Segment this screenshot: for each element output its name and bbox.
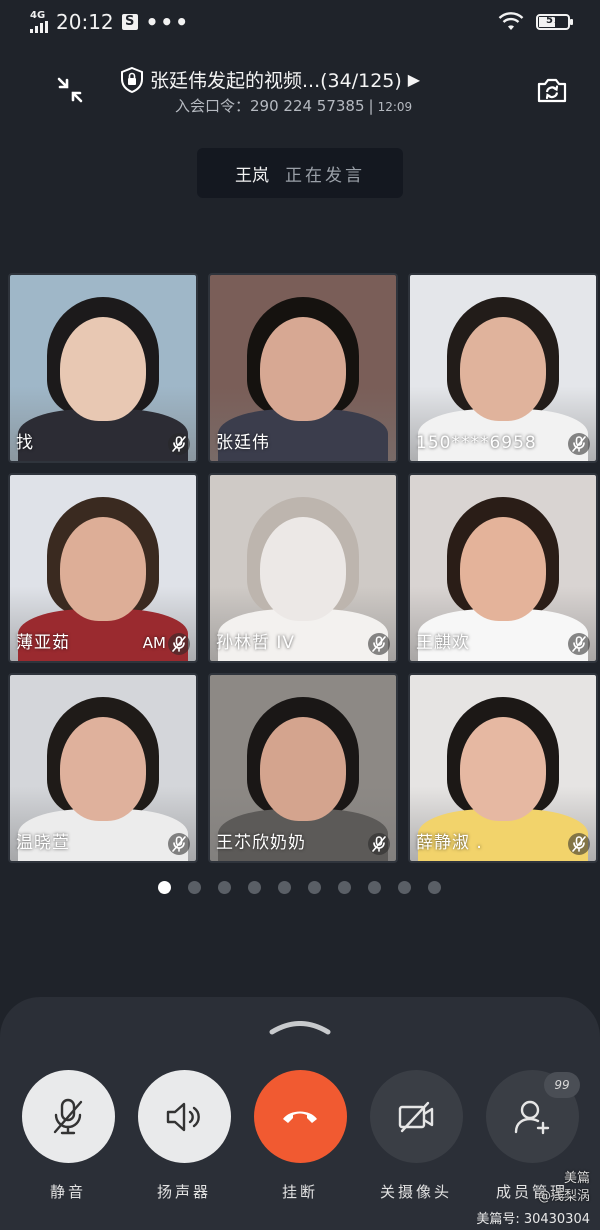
- participant-tile[interactable]: 薛静淑 .: [408, 673, 598, 863]
- page-dot[interactable]: [248, 881, 261, 894]
- switch-camera-button[interactable]: [530, 68, 574, 112]
- play-arrow-icon: ▶: [407, 70, 421, 89]
- collapse-arrows-icon: [57, 77, 83, 103]
- participant-extra-label: AM: [142, 634, 166, 652]
- call-controls: 静音 扬声器 挂断 关摄像头 成员管理: [0, 1070, 600, 1202]
- microphone-off-icon: [53, 1098, 83, 1134]
- video-grid: 找 张廷伟 150****6958 薄亚茹 AM 孙林哲 IV 王麒欢温晓萱 王䒕欣奶奶 薛静淑…: [8, 273, 598, 863]
- members-count-badge: 99: [544, 1072, 580, 1098]
- active-speaker-badge: 王岚 正在发言: [197, 148, 403, 198]
- speaker-control[interactable]: 扬声器: [134, 1070, 234, 1202]
- mute-control[interactable]: 静音: [18, 1070, 118, 1202]
- page-dot[interactable]: [188, 881, 201, 894]
- participant-tile[interactable]: 温晓萱: [8, 673, 198, 863]
- participant-face: [60, 517, 146, 621]
- muted-mic-icon: [568, 433, 590, 455]
- speaker-icon: [166, 1102, 200, 1131]
- signal-icon: 4G: [30, 11, 48, 33]
- participant-name: 找: [16, 433, 34, 453]
- meeting-info: 入会口令：290 224 57385 | 12:09: [175, 95, 412, 116]
- participant-tile[interactable]: 孙林哲 IV: [208, 473, 398, 663]
- page-dot[interactable]: [278, 881, 291, 894]
- participant-name: 温晓萱: [16, 833, 70, 853]
- participant-face: [260, 317, 346, 421]
- participant-face: [460, 717, 546, 821]
- participant-face: [260, 717, 346, 821]
- hangup-control[interactable]: 挂断: [250, 1070, 350, 1202]
- participant-name: 薄亚茹: [16, 633, 70, 653]
- participant-face: [460, 517, 546, 621]
- mute-button[interactable]: [21, 1070, 115, 1163]
- watermark-line1: 美篇: [563, 1171, 590, 1186]
- page-dot[interactable]: [398, 881, 411, 894]
- muted-mic-icon: [168, 633, 190, 655]
- lock-shield-icon: [121, 66, 143, 93]
- participant-name: 张廷伟: [216, 433, 270, 453]
- switch-camera-icon: [537, 78, 567, 103]
- watermark: 美篇 @浅梨涡: [538, 1170, 590, 1206]
- add-member-icon: [514, 1100, 550, 1134]
- meeting-code: 入会口令：290 224 57385: [175, 97, 365, 115]
- page-dot[interactable]: [308, 881, 321, 894]
- participant-face: [60, 717, 146, 821]
- participant-name: 王麒欢: [416, 633, 470, 653]
- participant-tile[interactable]: 王麒欢: [408, 473, 598, 663]
- page-dot[interactable]: [428, 881, 441, 894]
- active-speaker-status: 正在发言: [285, 165, 365, 186]
- muted-mic-icon: [368, 633, 390, 655]
- minimize-button[interactable]: [48, 68, 92, 112]
- muted-mic-icon: [168, 433, 190, 455]
- chevron-up-icon: [269, 1021, 331, 1035]
- expand-handle[interactable]: [268, 1020, 332, 1035]
- page-dot[interactable]: [368, 881, 381, 894]
- speaker-label: 扬声器: [156, 1183, 211, 1201]
- camera-off-icon: [398, 1101, 434, 1132]
- app-notification-icon: S: [121, 14, 138, 30]
- meeting-title[interactable]: 张廷伟发起的视频...(34/125) ▶: [120, 66, 500, 93]
- more-notifications-icon: •••: [145, 10, 190, 34]
- participant-tile[interactable]: 找: [8, 273, 198, 463]
- speaker-button[interactable]: [137, 1070, 231, 1163]
- hangup-phone-icon: [283, 1111, 317, 1123]
- participant-name: 王䒕欣奶奶: [216, 833, 306, 853]
- status-bar: 4G 20:12 S ••• 57: [0, 0, 600, 44]
- watermark-id: 美篇号: 30430304: [476, 1212, 590, 1227]
- participant-tile[interactable]: 薄亚茹 AM: [8, 473, 198, 663]
- muted-mic-icon: [168, 833, 190, 855]
- meeting-duration: 12:09: [377, 100, 413, 114]
- participant-tile[interactable]: 150****6958: [408, 273, 598, 463]
- participant-name: 150****6958: [416, 433, 537, 453]
- participant-tile[interactable]: 张廷伟: [208, 273, 398, 463]
- page-dot[interactable]: [218, 881, 231, 894]
- hangup-button[interactable]: [253, 1070, 347, 1163]
- participant-face: [260, 517, 346, 621]
- participant-tile[interactable]: 王䒕欣奶奶: [208, 673, 398, 863]
- camera-label: 关摄像头: [379, 1183, 452, 1201]
- participant-face: [60, 317, 146, 421]
- page-indicator[interactable]: [158, 881, 441, 894]
- page-dot[interactable]: [338, 881, 351, 894]
- battery-icon: 57: [536, 14, 573, 30]
- muted-mic-icon: [368, 833, 390, 855]
- participant-name: 孙林哲 IV: [216, 633, 296, 653]
- muted-mic-icon: [568, 833, 590, 855]
- wifi-icon: [498, 12, 524, 30]
- camera-control[interactable]: 关摄像头: [366, 1070, 466, 1202]
- hangup-label: 挂断: [281, 1183, 318, 1201]
- watermark-line2: @浅梨涡: [537, 1189, 590, 1204]
- meeting-title-text: 张廷伟发起的视频...(34/125): [150, 70, 402, 92]
- status-time: 20:12: [56, 10, 114, 34]
- participant-name: 薛静淑 .: [416, 833, 483, 853]
- participant-face: [460, 317, 546, 421]
- separator: |: [368, 97, 374, 115]
- mute-label: 静音: [49, 1183, 86, 1201]
- page-dot[interactable]: [158, 881, 171, 894]
- muted-mic-icon: [568, 633, 590, 655]
- active-speaker-name: 王岚: [235, 165, 269, 186]
- battery-percent: 57: [546, 15, 560, 26]
- camera-off-button[interactable]: [369, 1070, 463, 1163]
- network-type: 4G: [30, 10, 46, 21]
